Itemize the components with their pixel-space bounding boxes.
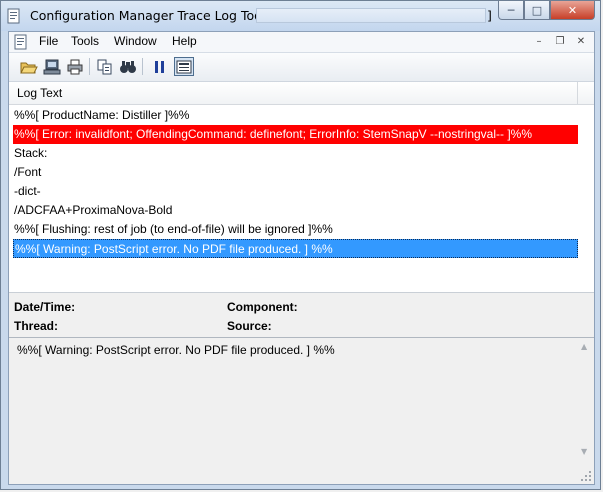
message-pane[interactable]: %%[ Warning: PostScript error. No PDF fi… — [9, 337, 594, 461]
app-window: Configuration Manager Trace Log Tool - [… — [0, 0, 601, 490]
app-icon — [7, 8, 20, 24]
mdi-minimize-button[interactable]: – — [530, 34, 548, 51]
pause-icon — [155, 60, 164, 73]
log-list[interactable]: Log Text %%[ ProductName: Distiller ]%% … — [9, 82, 594, 293]
window-title-suffix: ] — [487, 8, 492, 23]
mdi-controls: – ❐ ✕ — [530, 34, 590, 51]
log-row[interactable]: Stack: — [13, 144, 578, 163]
minimize-icon: ─ — [507, 3, 515, 17]
minimize-icon: – — [536, 36, 542, 47]
message-text: %%[ Warning: PostScript error. No PDF fi… — [17, 343, 335, 357]
highlight-icon — [176, 60, 192, 73]
redacted-title-area — [256, 8, 486, 23]
mdi-restore-button[interactable]: ❐ — [551, 34, 569, 51]
print-icon — [67, 59, 83, 74]
log-row[interactable]: /ADCFAA+ProximaNova-Bold — [13, 201, 578, 220]
save-button[interactable] — [42, 57, 62, 76]
mdi-close-button[interactable]: ✕ — [572, 34, 590, 51]
toolbar — [9, 53, 594, 82]
minimize-button[interactable]: ─ — [498, 1, 524, 20]
status-bar — [9, 460, 594, 484]
maximize-button[interactable]: □ — [524, 1, 550, 20]
document-icon[interactable] — [14, 34, 28, 50]
toolbar-separator — [142, 58, 143, 75]
datetime-label: Date/Time: — [14, 300, 76, 314]
menu-help[interactable]: Help — [172, 34, 197, 48]
source-label: Source: — [227, 319, 272, 333]
close-button[interactable]: ✕ — [550, 1, 595, 20]
component-label: Component: — [227, 300, 298, 314]
client-area: File Tools Window Help – ❐ ✕ Log Text %%… — [8, 31, 595, 485]
menu-bar: File Tools Window Help – ❐ ✕ — [9, 32, 594, 53]
menu-tools[interactable]: Tools — [71, 34, 99, 48]
pause-button[interactable] — [150, 57, 170, 76]
close-icon: ✕ — [576, 36, 586, 47]
save-icon — [43, 59, 61, 74]
menu-file[interactable]: File — [39, 34, 58, 48]
column-divider[interactable] — [577, 82, 578, 104]
log-row[interactable]: -dict- — [13, 182, 578, 201]
scroll-up-icon[interactable]: ▲ — [581, 342, 587, 351]
log-text-header: Log Text — [17, 86, 63, 100]
menu-window[interactable]: Window — [114, 34, 157, 48]
log-column-header[interactable]: Log Text — [9, 82, 594, 105]
highlight-button[interactable] — [174, 57, 194, 76]
log-row[interactable]: /Font — [13, 163, 578, 182]
find-icon — [120, 60, 136, 73]
window-title: Configuration Manager Trace Log Tool - [ — [30, 8, 283, 23]
print-button[interactable] — [65, 57, 85, 76]
find-button[interactable] — [118, 57, 138, 76]
open-icon — [20, 62, 38, 73]
copy-button[interactable] — [95, 57, 115, 76]
window-controls: ─ □ ✕ — [498, 1, 595, 21]
details-panel: Date/Time: Component: Thread: Source: — [9, 293, 594, 337]
scroll-down-icon[interactable]: ▼ — [581, 447, 587, 456]
message-scrollbar[interactable]: ▲ ▼ — [578, 339, 593, 459]
resize-grip-icon[interactable] — [580, 470, 592, 482]
close-icon: ✕ — [567, 3, 578, 17]
toolbar-separator — [89, 58, 90, 75]
log-row-error[interactable]: %%[ Error: invalidfont; OffendingCommand… — [13, 125, 578, 144]
log-row-selected[interactable]: %%[ Warning: PostScript error. No PDF fi… — [13, 239, 578, 258]
log-row[interactable]: %%[ ProductName: Distiller ]%% — [13, 106, 578, 125]
thread-label: Thread: — [14, 319, 59, 333]
open-button[interactable] — [19, 57, 39, 76]
log-row[interactable]: %%[ Flushing: rest of job (to end-of-fil… — [13, 220, 578, 239]
copy-icon — [97, 59, 112, 74]
title-bar[interactable]: Configuration Manager Trace Log Tool - [… — [1, 1, 600, 31]
maximize-icon: □ — [531, 3, 543, 17]
restore-icon: ❐ — [555, 36, 565, 47]
